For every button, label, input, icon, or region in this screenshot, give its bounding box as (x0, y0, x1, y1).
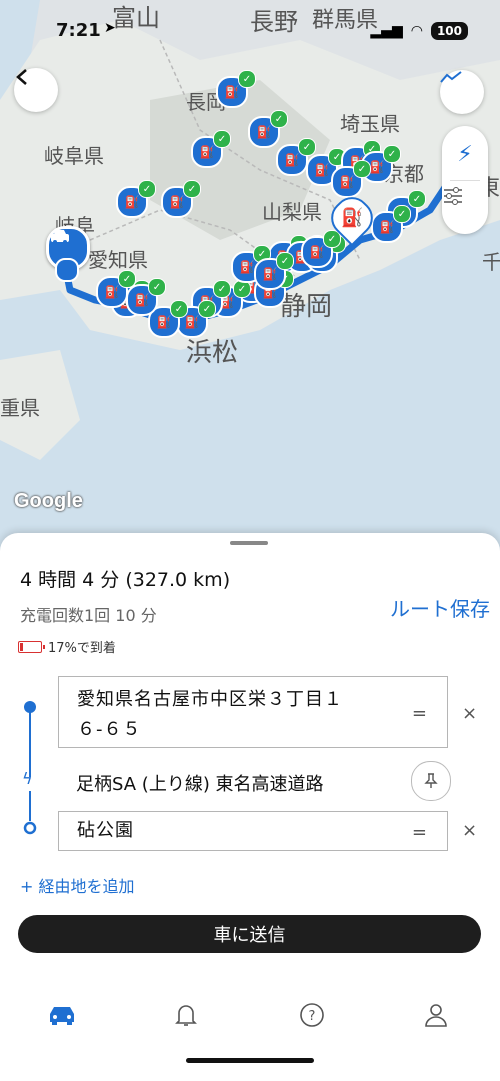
charger-marker[interactable]: ⛽✓ (248, 110, 288, 148)
remove-destination-button[interactable]: × (462, 820, 477, 841)
tab-notifications[interactable] (166, 995, 206, 1035)
destination-field[interactable]: 砧公園 = (58, 811, 448, 851)
google-logo: Google (14, 490, 83, 512)
chevron-left-icon (16, 69, 27, 85)
charger-marker[interactable]: ⛽✓ (301, 230, 341, 268)
home-indicator (186, 1058, 314, 1063)
origin-dot (55, 258, 79, 282)
map-label: 山梨県 (262, 200, 322, 224)
check-icon: ✓ (238, 70, 256, 88)
check-icon: ✓ (118, 270, 136, 288)
tab-profile[interactable] (416, 995, 456, 1035)
tab-help[interactable]: ? (292, 995, 332, 1035)
check-icon: ✓ (353, 160, 371, 178)
origin-line-1: 愛知県名古屋市中区栄３丁目１ (77, 689, 343, 710)
wifi-icon: ◠ (410, 23, 423, 39)
pin-waypoint-button[interactable] (411, 761, 451, 801)
map-label: 静岡 (280, 292, 333, 322)
tab-car[interactable] (42, 995, 82, 1035)
charger-marker[interactable]: ⛽✓ (331, 160, 371, 198)
charger-filter-button[interactable]: ⚡ (442, 134, 488, 174)
check-icon: ✓ (183, 180, 201, 198)
map-label: 埼玉県 (340, 112, 400, 136)
check-icon: ✓ (170, 300, 188, 318)
tab-bar: ? (0, 985, 500, 1045)
low-battery-icon (18, 640, 45, 653)
arrival-battery: 17%で到着 (18, 637, 116, 656)
check-icon: ✓ (393, 205, 411, 223)
charger-marker[interactable]: ⛽✓ (161, 180, 201, 218)
origin-text: 愛知県名古屋市中区栄３丁目１ ６-６５ (77, 685, 397, 745)
check-icon: ✓ (138, 180, 156, 198)
status-bar: 7:21 ➤ ▂▄▆ ◠ 100 (0, 10, 500, 50)
save-route-button[interactable]: ルート保存 (390, 593, 490, 622)
add-stop-button[interactable]: + 経由地を追加 (20, 873, 135, 897)
map-view[interactable]: 富山 長野 群馬県 長岡 埼玉県 岐阜県 京都 岐阜 山梨県 愛知県 静岡 浜松… (0, 0, 500, 560)
back-button[interactable] (14, 68, 58, 112)
map-controls-panel: ⚡ (442, 126, 488, 234)
waypoint-lightning-icon: ϟ (22, 769, 33, 788)
elevation-chart-icon (440, 71, 462, 83)
help-icon: ? (300, 1003, 324, 1027)
charger-icon: ⛽ (340, 207, 364, 229)
sheet-handle[interactable] (230, 541, 268, 545)
map-label: 岐阜県 (44, 144, 104, 168)
check-icon: ✓ (408, 190, 426, 208)
check-icon: ✓ (298, 138, 316, 156)
lightning-icon: ⚡ (457, 141, 473, 167)
charger-marker[interactable]: ⛽✓ (116, 180, 156, 218)
charger-marker[interactable]: ⛽✓ (254, 252, 294, 290)
battery-indicator: 100 (430, 22, 468, 40)
check-icon: ✓ (276, 252, 294, 270)
status-time: 7:21 (56, 20, 101, 41)
elevation-button[interactable] (440, 70, 484, 114)
check-icon: ✓ (213, 280, 231, 298)
car-icon (50, 1007, 74, 1025)
reorder-handle-icon[interactable]: = (412, 822, 427, 843)
charger-marker[interactable]: ⛽✓ (371, 205, 411, 243)
check-icon: ✓ (270, 110, 288, 128)
destination-text: 砧公園 (77, 820, 134, 841)
arrival-text: 17%で到着 (48, 641, 116, 656)
pin-icon (424, 773, 438, 788)
charge-info: 充電回数1回 10 分 (20, 606, 157, 625)
map-label: 重県 (0, 396, 40, 420)
check-icon: ✓ (213, 130, 231, 148)
check-icon: ✓ (198, 300, 216, 318)
sliders-icon (444, 187, 462, 205)
bell-icon (175, 1005, 197, 1026)
svg-text:?: ? (309, 1009, 316, 1024)
charger-marker[interactable]: ⛽✓ (96, 270, 136, 308)
route-sheet: 4 時間 4 分 (327.0 km) 充電回数1回 10 分 ルート保存 17… (0, 533, 500, 1081)
send-to-car-button[interactable]: 車に送信 (18, 915, 481, 953)
map-label: 愛知県 (88, 248, 148, 272)
charger-marker[interactable]: ⛽✓ (126, 278, 166, 316)
location-arrow-icon: ➤ (104, 20, 116, 36)
signal-icon: ▂▄▆ (370, 23, 403, 39)
reorder-handle-icon[interactable]: = (412, 703, 427, 724)
car-icon (51, 230, 69, 244)
map-label: 千 (482, 250, 500, 274)
origin-line-2: ６-６５ (77, 719, 142, 740)
check-icon: ✓ (148, 278, 166, 296)
origin-field[interactable]: 愛知県名古屋市中区栄３丁目１ ６-６５ = (58, 676, 448, 748)
charger-marker[interactable]: ⛽✓ (191, 130, 231, 168)
check-icon: ✓ (383, 145, 401, 163)
settings-button[interactable] (442, 186, 488, 226)
route-timeline (23, 701, 37, 835)
waypoint-charger[interactable]: 足柄SA (上り線) 東名高速道路 (76, 770, 324, 796)
trip-summary: 4 時間 4 分 (327.0 km) (20, 569, 231, 591)
profile-icon (425, 1004, 447, 1027)
remove-origin-button[interactable]: × (462, 703, 477, 724)
charger-marker[interactable]: ⛽✓ (276, 138, 316, 176)
charger-marker[interactable]: ⛽✓ (216, 70, 256, 108)
